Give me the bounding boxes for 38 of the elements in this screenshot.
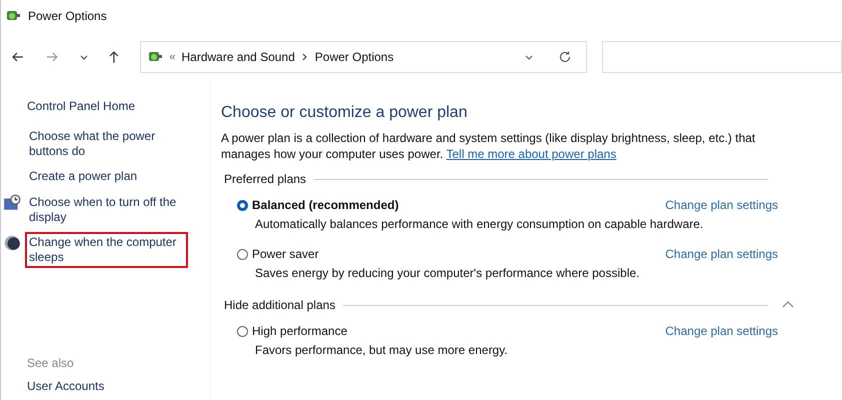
help-link[interactable]: Tell me more about power plans [446,147,616,161]
sidebar-link[interactable]: Control Panel Home [27,99,136,114]
sidebar-link[interactable]: Create a power plan [27,168,186,185]
back-arrow-icon[interactable] [11,50,25,64]
chevron-icon[interactable] [782,301,794,309]
up-arrow-icon[interactable] [106,50,120,64]
radio-button[interactable] [237,200,248,210]
window-title: Power Options [28,9,107,23]
group-label: Preferred plans [224,172,306,186]
chevron-right-icon[interactable] [300,52,309,62]
intro-text: A power plan is a collection of hardware and system settings (like display brightness, sleep, etc.) that manages how your computer uses power. Tell me more about power plans [221,130,756,162]
refresh-icon[interactable] [558,50,572,64]
forward-arrow-icon[interactable] [44,50,59,64]
breadcrumb[interactable]: Hardware and Sound [181,50,295,64]
sidebar-link[interactable]: Choose what the power buttons do [27,128,186,160]
moon-icon [3,234,21,252]
overflow-chevron[interactable]: « [169,51,176,63]
plan-settings-link[interactable]: Change plan settings [665,198,778,212]
plan-settings-link[interactable]: Change plan settings [665,247,778,261]
plan-name[interactable]: Power saver [252,247,319,261]
see-also-heading: See also [27,356,75,370]
plan-description: Favors performance, but may use more energy. [254,343,509,357]
sidebar-link[interactable]: Change when the computer sleeps [27,234,186,266]
group-label: Hide additional plans [224,298,336,312]
radio-button[interactable] [237,326,248,336]
page-heading: Choose or customize a power plan [221,104,468,122]
plan-name[interactable]: Balanced (recommended) [252,198,399,212]
address-bar[interactable]: « Hardware and Sound Power Options [140,41,587,73]
plan-description: Saves energy by reducing your computer's performance where possible. [254,266,640,280]
plan-description: Automatically balances performance with energy consumption on capable hardware. [254,217,704,231]
sidebar-link[interactable]: User Accounts [27,379,104,394]
plan-settings-link[interactable]: Change plan settings [665,324,778,338]
breadcrumb[interactable]: Power Options [314,50,394,64]
search-field[interactable] [602,41,842,73]
sidebar-link[interactable]: Choose when to turn off the display [27,194,186,226]
radio-button[interactable] [237,248,248,260]
plan-name[interactable]: High performance [252,324,348,338]
monitor-clock-icon [3,194,21,212]
